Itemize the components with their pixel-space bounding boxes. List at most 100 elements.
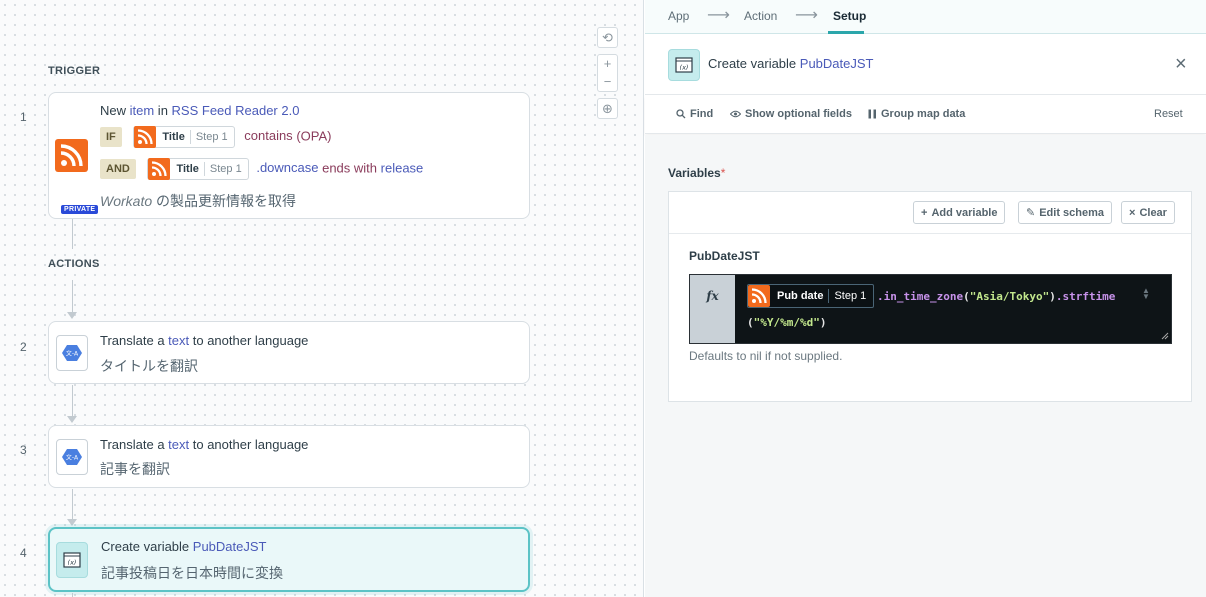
zoom-in-button[interactable]: +: [598, 55, 617, 73]
recipe-canvas[interactable]: ⟲ + − ⊕ TRIGGER 1 PRIVATE New item in RS…: [0, 0, 644, 597]
group-map-label: Group map data: [881, 108, 966, 120]
code-method: .strftime: [1055, 290, 1116, 303]
variables-label: Variables*: [668, 166, 725, 180]
private-badge: PRIVATE: [61, 205, 99, 214]
svg-text:(x): (x): [68, 559, 77, 567]
translate-app-icon: 文-A: [56, 439, 88, 475]
condition-operator: contains: [244, 128, 293, 144]
code-punct: ): [1049, 290, 1056, 303]
title-text: to another language: [189, 333, 309, 348]
rss-icon: [134, 126, 157, 148]
svg-text:(x): (x): [680, 64, 689, 72]
breadcrumb-app[interactable]: App: [668, 9, 689, 23]
variable-icon: (x): [56, 542, 88, 578]
group-map-data-button[interactable]: Group map data: [868, 108, 965, 120]
description-italic: Workato: [100, 193, 153, 209]
rss-icon: [148, 158, 171, 180]
step-title: Translate a text to another language: [100, 333, 308, 348]
connector-line: [72, 385, 73, 417]
arrow-right-icon: ⟶: [795, 7, 818, 24]
step-description: Workato の製品更新情報を取得: [100, 191, 296, 211]
title-keyword: item: [129, 103, 155, 118]
rss-icon: [748, 285, 770, 307]
button-label: Add variable: [931, 206, 998, 219]
find-label: Find: [690, 108, 714, 120]
reset-button[interactable]: Reset: [1154, 108, 1183, 120]
close-icon[interactable]: ×: [1175, 54, 1187, 74]
label-text: Variables: [668, 166, 721, 180]
action-step-card[interactable]: 文-A Translate a text to another language…: [48, 321, 530, 384]
condition-value: (OPA): [296, 128, 332, 144]
connector-arrow: [67, 312, 77, 319]
datapill[interactable]: Pub date Step 1: [747, 284, 875, 308]
and-badge: AND: [100, 159, 136, 179]
formula-mode-icon[interactable]: fx: [690, 275, 735, 343]
pill-step: Step 1: [209, 163, 242, 175]
fit-to-screen-button[interactable]: ⊕: [597, 98, 618, 119]
scroll-arrows-icon[interactable]: ▲ ▼: [1142, 287, 1150, 301]
breadcrumb-action[interactable]: Action: [744, 9, 777, 23]
clear-button[interactable]: × Clear: [1121, 201, 1175, 224]
title-keyword: text: [168, 333, 190, 348]
code-punct: ): [819, 316, 827, 329]
pencil-icon: ✎: [1026, 207, 1036, 219]
code-punct: (: [747, 316, 754, 329]
variables-actions: + Add variable ✎ Edit schema × Clear: [669, 192, 1191, 234]
variables-field: + Add variable ✎ Edit schema × Clear Pub…: [668, 191, 1192, 402]
condition-and: AND Title Step 1 .downcase ends with rel…: [100, 158, 423, 180]
trigger-step-card[interactable]: PRIVATE New item in RSS Feed Reader 2.0 …: [48, 92, 530, 219]
actions-section-label: ACTIONS: [48, 258, 100, 270]
close-icon: ×: [1129, 206, 1136, 219]
formula-code-line-2: ("%Y/%m/%d"): [747, 316, 826, 329]
condition-operator: ends with: [318, 160, 381, 176]
trigger-section-label: TRIGGER: [48, 65, 101, 77]
datapill: Title Step 1: [147, 158, 249, 180]
rss-icon: [55, 139, 88, 172]
reset-zoom-button[interactable]: ⟲: [597, 27, 618, 48]
title-keyword: PubDateJST: [192, 539, 267, 554]
resize-handle-icon[interactable]: [1161, 332, 1169, 340]
zoom-out-button[interactable]: −: [598, 73, 617, 91]
app-name: RSS Feed Reader 2.0: [171, 103, 300, 118]
title-text: Create variable: [101, 539, 193, 554]
step-description: タイトルを翻訳: [100, 358, 198, 374]
find-button[interactable]: Find: [676, 108, 713, 120]
condition-if: IF Title Step 1 contains (OPA): [100, 126, 331, 148]
breadcrumb-setup[interactable]: Setup: [833, 9, 866, 23]
step-title: New item in RSS Feed Reader 2.0: [100, 103, 299, 118]
pill-divider: [203, 162, 205, 176]
formula-code-line-1: .in_time_zone("Asia/Tokyo").strftime: [877, 290, 1115, 303]
variable-name: PubDateJST: [799, 56, 874, 71]
title-text: to another language: [189, 437, 309, 452]
connector-line: [72, 280, 73, 313]
eye-icon: [730, 110, 741, 118]
formula-input[interactable]: fx Pub date Step 1 .in_time_zone("Asia/T…: [689, 274, 1172, 344]
title-text: Create variable: [708, 56, 800, 71]
field-label: PubDateJST: [689, 249, 760, 263]
formula-method: .downcase: [256, 160, 319, 176]
add-variable-button[interactable]: + Add variable: [913, 201, 1006, 224]
columns-icon: [868, 109, 876, 119]
step-number: 4: [20, 546, 27, 560]
arrow-right-icon: ⟶: [707, 7, 730, 24]
wizard-breadcrumb: App ⟶ Action ⟶ Setup: [645, 0, 1206, 34]
datapill: Title Step 1: [133, 126, 235, 148]
edit-schema-button[interactable]: ✎ Edit schema: [1018, 201, 1113, 224]
code-method: .in_time_zone: [877, 290, 964, 303]
condition-value: release: [380, 160, 424, 176]
description-text: の製品更新情報を取得: [152, 193, 297, 209]
svg-text:文-A: 文-A: [66, 350, 79, 358]
pill-divider: [828, 289, 830, 303]
button-label: Edit schema: [1039, 206, 1105, 219]
title-text: in: [154, 103, 172, 118]
connector-line: [72, 593, 73, 597]
step-description: 記事を翻訳: [100, 461, 170, 477]
connector-line: [72, 219, 73, 249]
pill-name: Title: [176, 163, 199, 175]
selected-step-card[interactable]: (x) Create variable PubDateJST 記事投稿日を日本時…: [48, 527, 530, 592]
show-optional-fields-button[interactable]: Show optional fields: [730, 108, 852, 120]
action-step-card[interactable]: 文-A Translate a text to another language…: [48, 425, 530, 488]
translate-app-icon: 文-A: [56, 335, 88, 371]
step-number: 1: [20, 110, 27, 124]
step-title: Create variable PubDateJST: [101, 539, 266, 554]
